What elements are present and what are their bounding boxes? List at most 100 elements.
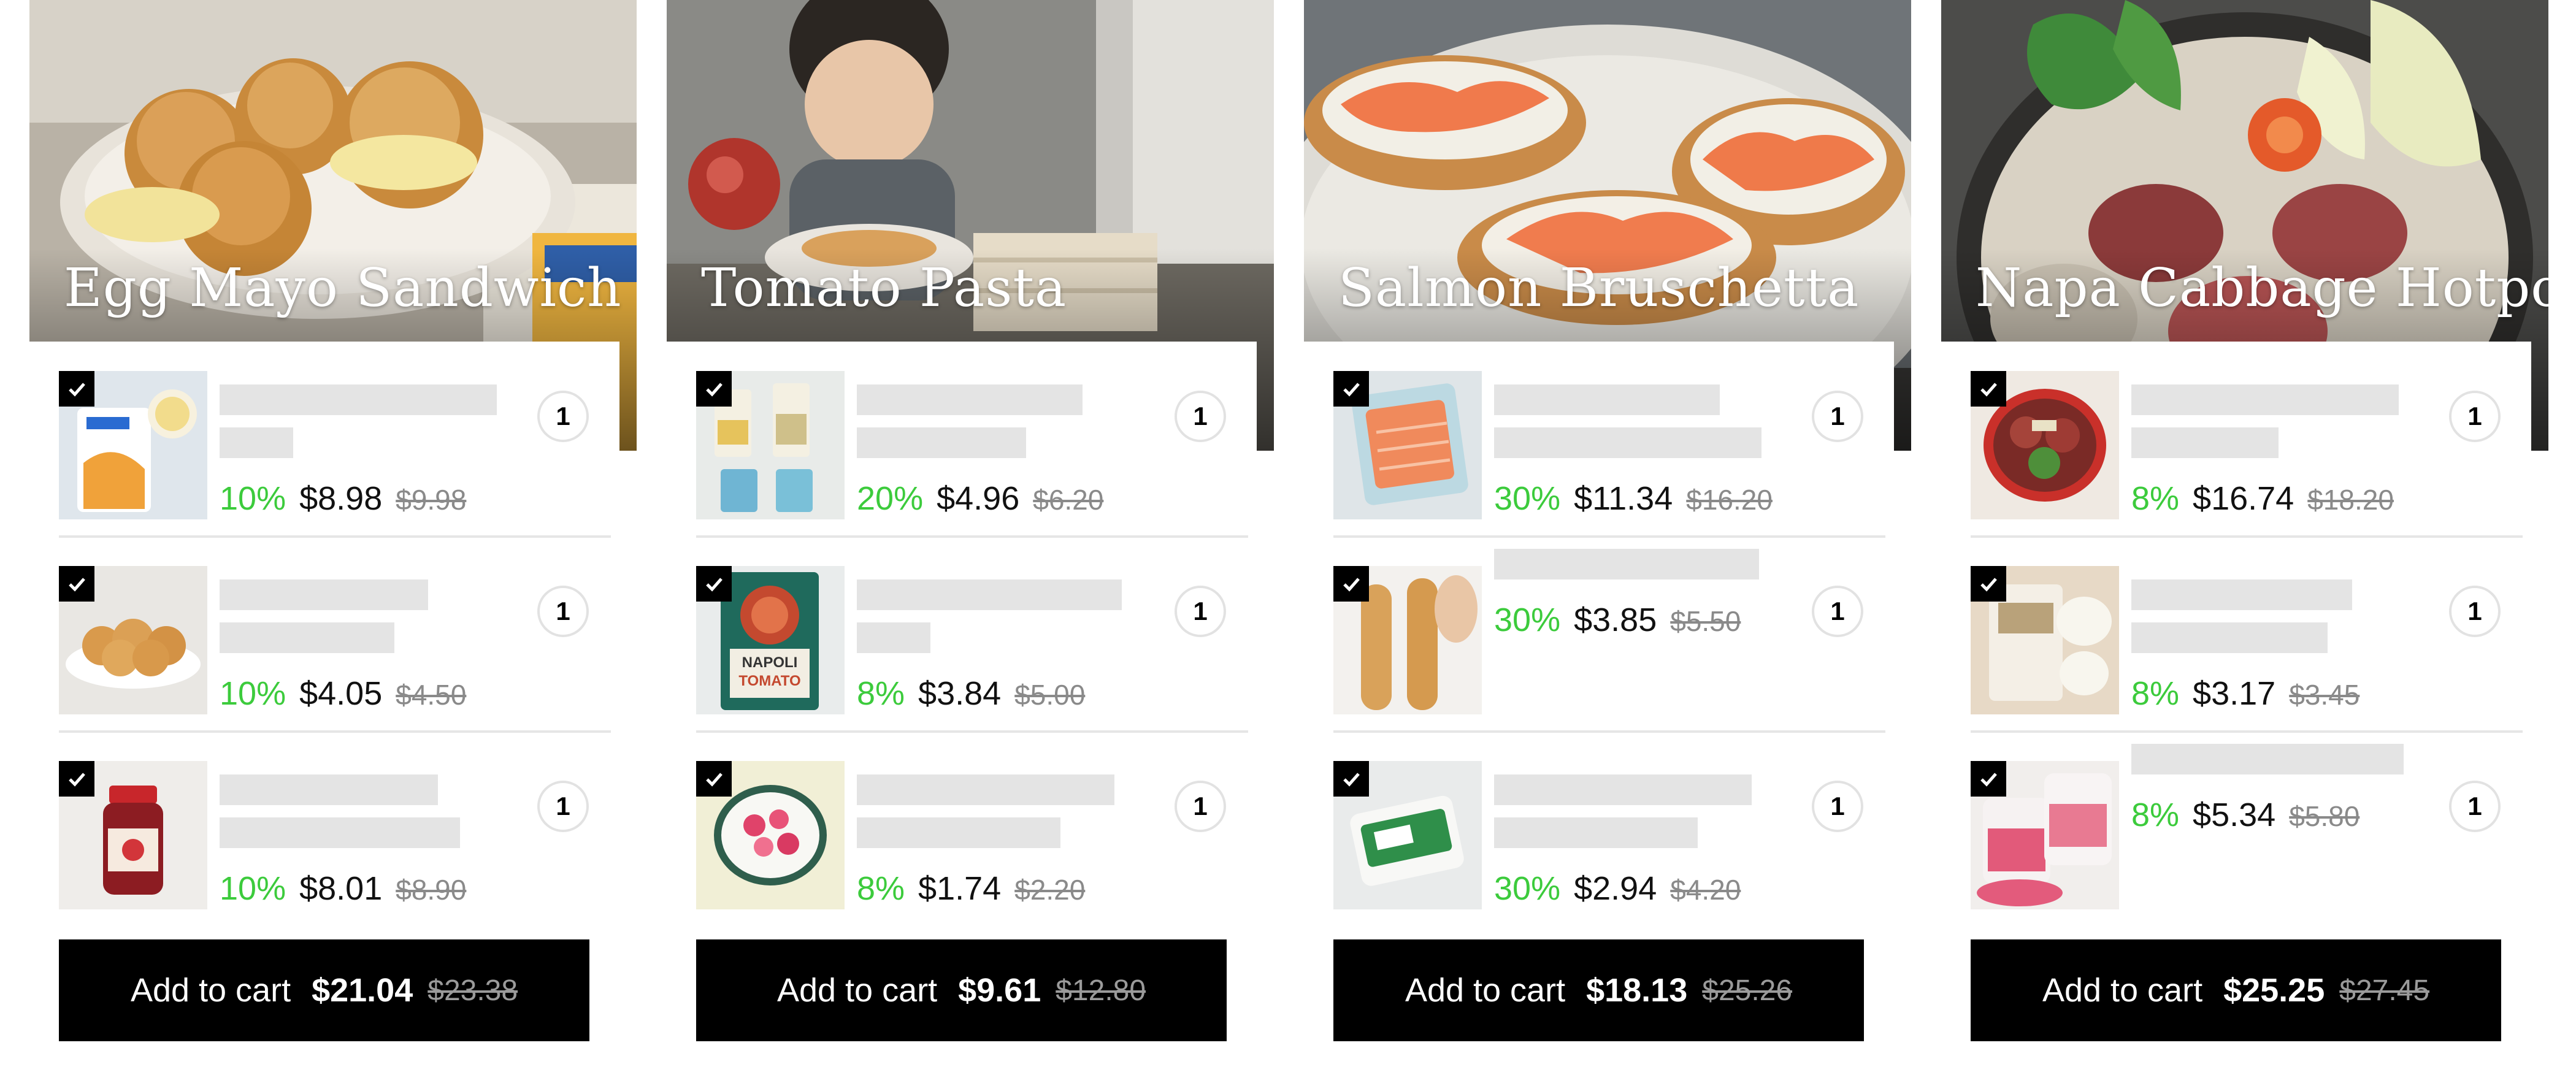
- price-line: 8% $5.34 $5.80: [2131, 796, 2359, 834]
- price-line: 10% $4.05 $4.50: [220, 675, 466, 713]
- add-to-cart-button[interactable]: Add to cart $25.25 $27.45: [1971, 939, 2501, 1041]
- sale-price: $4.96: [937, 480, 1020, 517]
- cart-total: $9.61: [958, 972, 1041, 1009]
- quantity-badge[interactable]: 1: [2449, 586, 2501, 637]
- quantity-badge[interactable]: 1: [1175, 781, 1226, 832]
- original-price: $3.45: [2289, 679, 2360, 711]
- product-name-placeholder: [220, 579, 428, 610]
- ingredient-item: 1 8% $16.74 $18.20: [1971, 342, 2523, 538]
- cart-total: $18.13: [1586, 972, 1688, 1009]
- checkmark-icon: [1980, 773, 1997, 787]
- product-detail-placeholder: [857, 622, 930, 653]
- discount-percent: 30%: [1494, 602, 1561, 638]
- add-to-cart-label: Add to cart: [130, 972, 291, 1009]
- select-checkbox[interactable]: [59, 566, 94, 602]
- checkmark-icon: [706, 383, 723, 397]
- price-line: 10% $8.98 $9.98: [220, 480, 466, 518]
- select-checkbox[interactable]: [696, 761, 732, 797]
- select-checkbox[interactable]: [59, 371, 94, 407]
- product-detail-placeholder: [220, 817, 460, 848]
- original-price: $8.90: [396, 874, 467, 906]
- ingredient-item: 1 8% $1.74 $2.20: [696, 732, 1248, 916]
- pack-label-napoli: NAPOLI: [742, 654, 798, 671]
- checkmark-icon: [1980, 383, 1997, 397]
- quantity-badge[interactable]: 1: [1175, 391, 1226, 442]
- price-line: 20% $4.96 $6.20: [857, 480, 1103, 518]
- price-line: 30% $2.94 $4.20: [1494, 870, 1741, 908]
- select-checkbox[interactable]: [1333, 761, 1369, 797]
- recipe-title: Napa Cabbage Hotpot: [1976, 258, 2548, 319]
- quantity-badge[interactable]: 1: [1175, 586, 1226, 637]
- ingredient-item: 1 8% $3.17 $3.45: [1971, 537, 2523, 733]
- cart-original-total: $27.45: [2339, 974, 2430, 1007]
- add-to-cart-button[interactable]: Add to cart $18.13 $25.26: [1333, 939, 1864, 1041]
- add-to-cart-label: Add to cart: [776, 972, 938, 1009]
- quantity-badge[interactable]: 1: [2449, 781, 2501, 832]
- checkmark-icon: [1343, 383, 1360, 397]
- price-line: 8% $1.74 $2.20: [857, 870, 1085, 908]
- sale-price: $2.94: [1574, 870, 1657, 907]
- discount-percent: 8%: [2131, 675, 2180, 712]
- quantity-badge[interactable]: 1: [2449, 391, 2501, 442]
- product-name-placeholder: [857, 774, 1114, 805]
- select-checkbox[interactable]: [59, 761, 94, 797]
- select-checkbox[interactable]: [696, 566, 732, 602]
- quantity-badge[interactable]: 1: [537, 391, 589, 442]
- ingredient-item: 1 30% $3.85 $5.50: [1333, 537, 1885, 733]
- add-to-cart-label: Add to cart: [1405, 972, 1566, 1009]
- add-to-cart-button[interactable]: Add to cart $21.04 $23.38: [59, 939, 589, 1041]
- select-checkbox[interactable]: [1333, 566, 1369, 602]
- sale-price: $8.01: [299, 870, 383, 907]
- discount-percent: 10%: [220, 675, 286, 712]
- discount-percent: 8%: [2131, 797, 2180, 833]
- checkmark-icon: [1343, 773, 1360, 787]
- discount-percent: 20%: [857, 480, 924, 517]
- product-name-placeholder: [1494, 549, 1759, 579]
- original-price: $2.20: [1014, 874, 1086, 906]
- cart-original-total: $25.26: [1702, 974, 1793, 1007]
- checkmark-icon: [69, 578, 85, 592]
- ingredient-item: NAPOLI TOMATO 1 8% $3.84 $5.00: [696, 537, 1248, 733]
- product-detail-placeholder: [857, 427, 1026, 458]
- discount-percent: 30%: [1494, 870, 1561, 907]
- quantity-badge[interactable]: 1: [537, 781, 589, 832]
- select-checkbox[interactable]: [1333, 371, 1369, 407]
- quantity-badge[interactable]: 1: [1812, 391, 1863, 442]
- sale-price: $11.34: [1574, 480, 1673, 517]
- product-name-placeholder: [220, 774, 438, 805]
- select-checkbox[interactable]: [696, 371, 732, 407]
- cart-total: $25.25: [2223, 972, 2325, 1009]
- original-price: $4.20: [1670, 874, 1741, 906]
- select-checkbox[interactable]: [1971, 371, 2006, 407]
- product-name-placeholder: [220, 384, 497, 415]
- recipe-title: Salmon Bruschetta: [1338, 258, 1860, 319]
- product-detail-placeholder: [857, 817, 1060, 848]
- add-to-cart-button[interactable]: Add to cart $9.61 $12.80: [696, 939, 1227, 1041]
- original-price: $18.20: [2307, 484, 2394, 516]
- quantity-badge[interactable]: 1: [1812, 781, 1863, 832]
- price-line: 30% $11.34 $16.20: [1494, 480, 1773, 518]
- recipe-card-tomato-pasta: Tomato Pasta 1 20% $4.96 $6.20 NAPOLI TO…: [667, 0, 1274, 1086]
- ingredient-item: 1 8% $5.34 $5.80: [1971, 732, 2523, 916]
- ingredient-item: 1 10% $8.01 $8.90: [59, 732, 611, 916]
- checkmark-icon: [69, 383, 85, 397]
- quantity-badge[interactable]: 1: [1812, 586, 1863, 637]
- product-name-placeholder: [857, 579, 1122, 610]
- product-name-placeholder: [2131, 384, 2399, 415]
- discount-percent: 30%: [1494, 480, 1561, 517]
- cart-original-total: $23.38: [427, 974, 518, 1007]
- recipe-card-salmon-bruschetta: Salmon Bruschetta 1 30% $11.34 $16.20 1 …: [1304, 0, 1911, 1086]
- original-price: $9.98: [396, 484, 467, 516]
- select-checkbox[interactable]: [1971, 761, 2006, 797]
- select-checkbox[interactable]: [1971, 566, 2006, 602]
- price-line: 8% $3.84 $5.00: [857, 675, 1085, 713]
- product-name-placeholder: [2131, 579, 2352, 610]
- quantity-badge[interactable]: 1: [537, 586, 589, 637]
- discount-percent: 10%: [220, 870, 286, 907]
- discount-percent: 10%: [220, 480, 286, 517]
- product-detail-placeholder: [1494, 817, 1698, 848]
- price-line: 10% $8.01 $8.90: [220, 870, 466, 908]
- ingredient-item: 1 30% $11.34 $16.20: [1333, 342, 1885, 538]
- recipe-card-egg-mayo-sandwich: Egg Mayo Sandwich 1 10% $8.98 $9.98 1 10…: [29, 0, 637, 1086]
- sale-price: $3.84: [918, 675, 1002, 712]
